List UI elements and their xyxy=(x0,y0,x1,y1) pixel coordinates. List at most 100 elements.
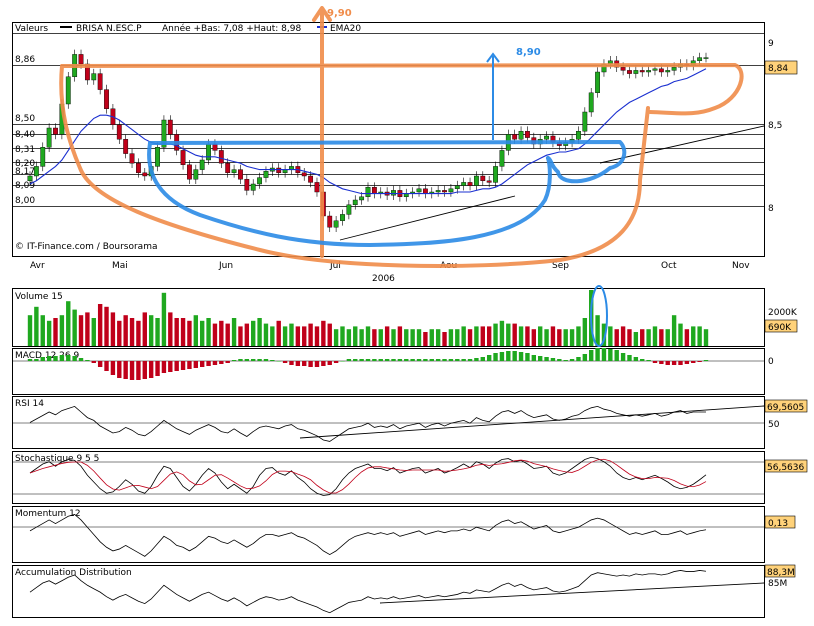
macd-tick-label: 0 xyxy=(768,357,774,367)
volume-bar xyxy=(646,329,651,346)
macd-bar xyxy=(270,360,275,361)
candle xyxy=(104,84,109,114)
volume-bar xyxy=(448,329,454,346)
candle xyxy=(263,166,269,183)
candle-body xyxy=(639,70,645,73)
volume-bar xyxy=(225,323,230,346)
macd-bar xyxy=(263,359,269,361)
macd-bar xyxy=(627,355,632,361)
volume-bar xyxy=(276,320,281,346)
macd-bar xyxy=(155,361,160,376)
volume-bar xyxy=(595,315,600,346)
macd-bar xyxy=(448,359,454,361)
macd-bar xyxy=(251,359,256,361)
candle-body xyxy=(65,76,71,105)
volume-bar xyxy=(136,320,141,346)
volume-label: Volume 15 xyxy=(15,292,63,302)
volume-bar xyxy=(219,320,224,346)
volume-bar xyxy=(340,326,345,346)
macd-bar xyxy=(397,359,403,361)
candle-body xyxy=(199,159,205,170)
volume-bar xyxy=(461,326,466,346)
macd-bar xyxy=(27,359,33,361)
macd-bar xyxy=(276,361,281,362)
macd-bar xyxy=(691,361,696,363)
stochastic-panel-frame xyxy=(12,451,765,504)
volume-bar xyxy=(525,326,530,346)
volume-bar xyxy=(703,329,709,346)
candle xyxy=(429,187,435,199)
macd-bar xyxy=(289,361,294,365)
candle-body xyxy=(493,166,498,183)
candle-body xyxy=(78,54,84,65)
volume-bar xyxy=(40,315,45,346)
volume-bar xyxy=(148,315,154,346)
candle-body xyxy=(461,182,467,186)
left-tick-label: 8,86 xyxy=(15,55,35,65)
year-label: 2006 xyxy=(372,274,395,284)
volume-bar xyxy=(257,318,262,346)
macd-bar xyxy=(212,361,218,365)
candle-body xyxy=(263,170,269,178)
macd-bar xyxy=(187,361,192,369)
candle-body xyxy=(371,186,377,194)
candle xyxy=(167,115,173,140)
left-tick-label: 8,50 xyxy=(15,114,35,124)
volume-bar xyxy=(91,318,96,346)
macd-bar xyxy=(231,360,237,361)
volume-bar xyxy=(455,329,460,346)
valeurs-label: Valeurs xyxy=(15,24,48,34)
orange-target-label: 9,90 xyxy=(327,8,352,19)
volume-value: 690K xyxy=(768,323,792,333)
volume-bar xyxy=(493,323,498,346)
macd-bar xyxy=(684,361,690,364)
candle-body xyxy=(218,150,224,164)
rsi-trendline xyxy=(299,405,765,439)
volume-bar xyxy=(365,326,371,346)
macd-bar xyxy=(620,353,626,361)
macd-bar xyxy=(257,359,262,361)
range-label: Année +Bas: 7,08 +Haut: 8,98 xyxy=(162,23,301,34)
macd-histogram xyxy=(27,348,709,380)
volume-bar xyxy=(353,326,358,346)
candle xyxy=(314,177,320,197)
macd-bar xyxy=(168,361,173,372)
candle-body xyxy=(250,183,256,191)
macd-bar xyxy=(601,348,607,361)
macd-bar xyxy=(129,361,135,380)
candle xyxy=(474,171,479,191)
candle-body xyxy=(627,70,632,74)
candle xyxy=(155,142,160,172)
volume-bar xyxy=(620,326,626,346)
candle-body xyxy=(652,68,658,71)
volume-bar xyxy=(97,304,103,346)
volume-bar xyxy=(397,326,403,346)
candle-body xyxy=(576,130,581,140)
macd-bar xyxy=(206,361,211,366)
candle xyxy=(231,164,237,178)
volume-bar xyxy=(206,318,211,346)
candle-body xyxy=(391,190,396,196)
macd-bar xyxy=(525,353,530,361)
macd-bar xyxy=(321,361,326,366)
volume-bar xyxy=(614,329,619,346)
macd-bar xyxy=(353,359,358,361)
macd-bar xyxy=(474,358,479,361)
candle xyxy=(461,177,467,191)
candle-body xyxy=(53,127,58,135)
candle-body xyxy=(225,162,231,173)
macd-bar xyxy=(486,355,492,361)
volume-bar xyxy=(346,329,352,346)
volume-bar xyxy=(333,329,339,346)
volume-bar xyxy=(474,326,479,346)
candle-body xyxy=(333,220,339,228)
macd-bar xyxy=(697,361,702,362)
macd-bar xyxy=(59,355,65,361)
candle xyxy=(276,163,282,178)
volume-bar xyxy=(308,323,313,346)
right-tick-label: 8,5 xyxy=(768,121,782,131)
stochastic-value: 56,5636 xyxy=(767,463,804,473)
macd-bar xyxy=(442,359,447,361)
month-label: Avr xyxy=(30,261,45,271)
macd-bar xyxy=(148,361,154,378)
